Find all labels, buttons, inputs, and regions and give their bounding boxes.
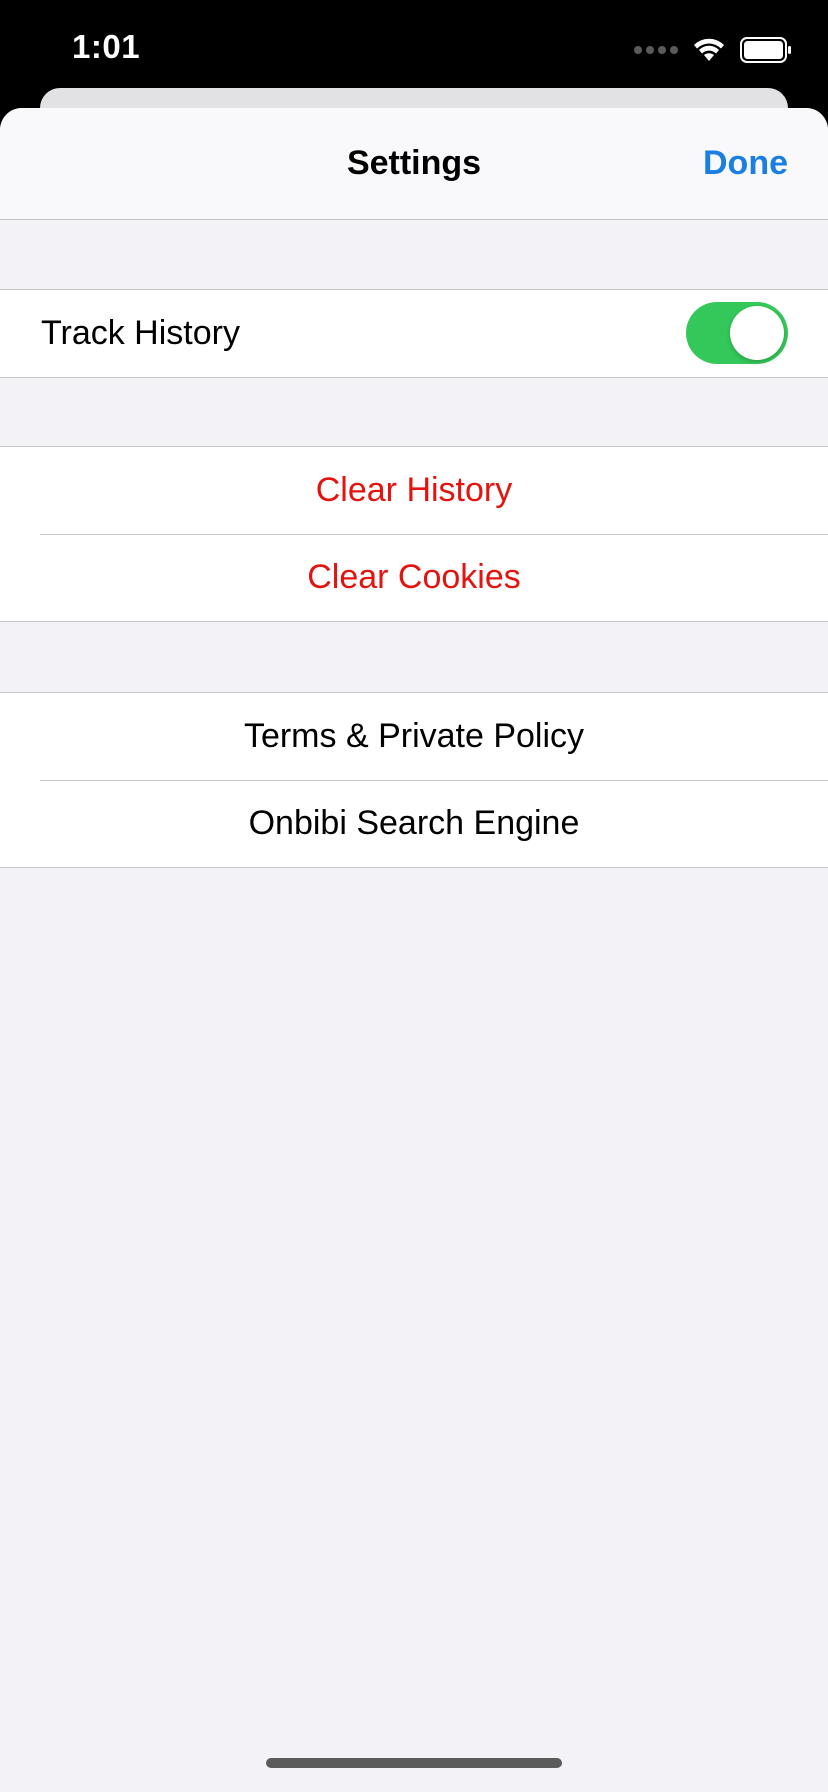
toggle-knob [730, 306, 784, 360]
settings-sheet: Settings Done Track History Clear Histor… [0, 108, 828, 1792]
home-indicator[interactable] [266, 1758, 562, 1768]
wifi-icon [694, 38, 724, 61]
track-history-label: Track History [41, 314, 240, 352]
clear-cookies-button[interactable]: Clear Cookies [0, 534, 828, 621]
battery-icon [740, 37, 791, 63]
clear-cookies-label: Clear Cookies [307, 558, 521, 596]
navigation-bar: Settings Done [0, 108, 828, 220]
track-history-cell: Track History [0, 290, 828, 377]
search-engine-label: Onbibi Search Engine [248, 804, 580, 842]
links-group: Terms & Private Policy Onbibi Search Eng… [0, 692, 828, 868]
clear-history-button[interactable]: Clear History [0, 447, 828, 534]
track-history-toggle[interactable] [686, 302, 788, 364]
status-bar: 1:01 [0, 0, 828, 100]
terms-policy-link[interactable]: Terms & Private Policy [0, 693, 828, 780]
clear-data-group: Clear History Clear Cookies [0, 446, 828, 622]
track-history-group: Track History [0, 289, 828, 378]
done-button[interactable]: Done [703, 144, 788, 183]
terms-policy-label: Terms & Private Policy [243, 717, 585, 755]
status-time: 1:01 [72, 28, 141, 65]
cellular-dots-icon [634, 46, 678, 54]
search-engine-link[interactable]: Onbibi Search Engine [0, 780, 828, 867]
status-icons [634, 34, 792, 66]
clear-history-label: Clear History [315, 471, 513, 509]
